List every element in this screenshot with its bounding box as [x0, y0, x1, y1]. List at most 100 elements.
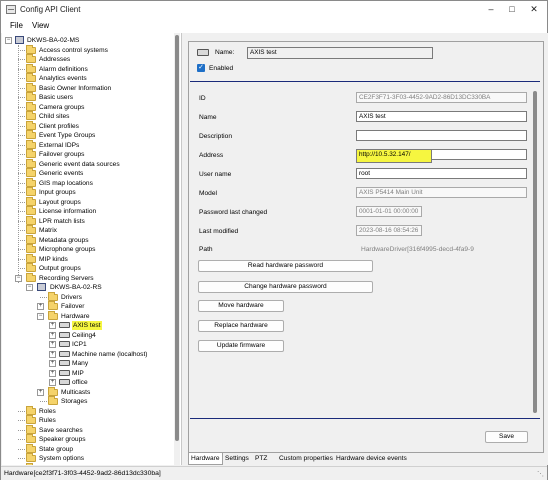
tree-label: Layout groups: [39, 198, 81, 206]
tree-label: Camera groups: [39, 103, 85, 111]
folder-icon: [26, 272, 36, 282]
collapse-icon[interactable]: −: [5, 37, 12, 44]
address-field[interactable]: http://10.5.32.147/: [356, 149, 432, 163]
description-field[interactable]: [356, 130, 527, 141]
id-field[interactable]: CE2F3F71-3F03-4452-9AD2-86D13DC330BA: [356, 92, 527, 103]
tree-scrollbar-thumb[interactable]: [175, 35, 179, 441]
tree-item-failover[interactable]: + Failover: [2, 301, 174, 311]
folder-icon: [26, 443, 36, 453]
title-bar: Config API Client – □ ✕: [1, 1, 547, 19]
tree-label: LPR match lists: [39, 217, 85, 225]
tree-item-selected-hardware[interactable]: + AXIS test: [2, 321, 174, 330]
window-title: Config API Client: [20, 5, 81, 14]
expand-icon[interactable]: +: [49, 322, 56, 329]
minimize-icon[interactable]: –: [485, 4, 497, 15]
hardware-icon: [59, 379, 70, 385]
replace-hardware-button[interactable]: Replace hardware: [198, 320, 284, 332]
last-modified-field[interactable]: 2023-08-16 08:54:26: [356, 225, 422, 236]
tree-item[interactable]: Time profiles: [2, 462, 174, 465]
model-field[interactable]: AXIS P5414 Main Unit: [356, 187, 527, 198]
folder-icon: [26, 244, 36, 253]
name-field[interactable]: AXIS test: [356, 111, 527, 122]
properties-scrollbar[interactable]: [533, 91, 537, 413]
tree-label: Metadata groups: [39, 236, 89, 244]
tree-label: Matrix: [39, 227, 57, 234]
app-icon: [6, 5, 16, 14]
tree-item-recording-servers[interactable]: − Recording Servers: [2, 272, 174, 283]
folder-icon: [26, 54, 36, 63]
tree-label: DKWS-BA-02-MS: [27, 37, 80, 44]
tree-item-hardware[interactable]: + MIP: [2, 369, 174, 378]
tab-settings[interactable]: Settings: [223, 453, 251, 465]
tree-item-hardware[interactable]: + office: [2, 378, 174, 387]
folder-icon: [26, 139, 36, 149]
last-modified-label: Last modified: [199, 228, 239, 235]
tree-item-drivers[interactable]: Drivers: [2, 291, 174, 302]
maximize-icon[interactable]: □: [506, 4, 518, 15]
folder-icon: [26, 405, 36, 415]
menu-bar: File View: [1, 19, 547, 33]
password-changed-field[interactable]: 0001-01-01 00:00:00: [356, 206, 422, 217]
tree-label: Failover groups: [39, 151, 85, 158]
expand-icon[interactable]: +: [49, 360, 56, 367]
tree-label: Microphone groups: [39, 246, 96, 253]
collapse-icon[interactable]: −: [37, 312, 44, 320]
close-icon[interactable]: ✕: [528, 4, 540, 15]
tree-label: DKWS-BA-02-RS: [50, 284, 102, 291]
tab-ptz[interactable]: PTZ: [253, 453, 269, 465]
tree-label: License information: [39, 208, 97, 215]
password-changed-label: Password last changed: [199, 209, 268, 216]
tree-item-hardware[interactable]: + Many: [2, 359, 174, 368]
expand-icon[interactable]: +: [49, 331, 56, 339]
expand-icon[interactable]: +: [49, 379, 56, 386]
read-password-button[interactable]: Read hardware password: [198, 260, 373, 272]
tree-label: GIS map locations: [39, 179, 93, 187]
collapse-icon[interactable]: −: [15, 274, 22, 282]
path-value: HardwareDriver[316f4995-decd-4fa9-9: [361, 246, 474, 253]
username-label: User name: [199, 171, 232, 178]
hardware-icon: [59, 360, 70, 366]
save-button[interactable]: Save: [485, 431, 528, 443]
tree-label: MIP kinds: [39, 255, 68, 263]
expand-icon[interactable]: +: [37, 388, 44, 396]
tree-item-recording-server[interactable]: − DKWS-BA-02-RS: [2, 283, 174, 292]
username-field[interactable]: root: [356, 168, 527, 179]
tree-item-hardware[interactable]: − Hardware: [2, 310, 174, 321]
tree-label: Generic event data sources: [39, 160, 120, 168]
tree-label: Client profiles: [39, 122, 79, 130]
update-firmware-button[interactable]: Update firmware: [198, 340, 284, 352]
tree-label: Hardware: [61, 312, 90, 320]
enabled-checkbox[interactable]: ✓: [197, 64, 205, 72]
menu-view[interactable]: View: [32, 21, 49, 30]
expand-icon[interactable]: +: [49, 350, 56, 358]
tree-item-hardware[interactable]: + Machine name (localhost): [2, 350, 174, 359]
folder-icon: [26, 187, 36, 196]
menu-file[interactable]: File: [10, 21, 23, 30]
address-field-rest[interactable]: [432, 149, 527, 160]
tree-item-multicasts[interactable]: + Multicasts: [2, 386, 174, 397]
path-label: Path: [199, 246, 213, 253]
tree-label: Machine name (localhost): [72, 350, 148, 358]
expand-icon[interactable]: +: [37, 303, 44, 310]
folder-icon: [26, 434, 36, 443]
tab-hardware-device-events[interactable]: Hardware device events: [334, 453, 409, 465]
folder-icon: [26, 225, 36, 234]
server-icon: [15, 36, 24, 44]
change-password-button[interactable]: Change hardware password: [198, 281, 373, 293]
collapse-icon[interactable]: −: [26, 284, 33, 291]
tree-label: Recording Servers: [39, 274, 94, 282]
tree-item-hardware[interactable]: + Ceiling4: [2, 331, 174, 340]
folder-icon: [26, 101, 36, 111]
tab-hardware[interactable]: Hardware: [188, 453, 223, 465]
move-hardware-button[interactable]: Move hardware: [198, 300, 284, 312]
folder-icon: [26, 44, 36, 54]
enabled-label: Enabled: [209, 65, 234, 72]
tree-item-hardware[interactable]: + ICP1: [2, 340, 174, 349]
tree-label: AXIS test: [72, 321, 102, 330]
resize-grip-icon[interactable]: ⋱: [537, 470, 544, 478]
folder-icon: [26, 130, 36, 139]
tab-custom-properties[interactable]: Custom properties: [277, 453, 335, 465]
expand-icon[interactable]: +: [49, 369, 56, 377]
folder-icon: [26, 120, 36, 130]
expand-icon[interactable]: +: [49, 341, 56, 348]
